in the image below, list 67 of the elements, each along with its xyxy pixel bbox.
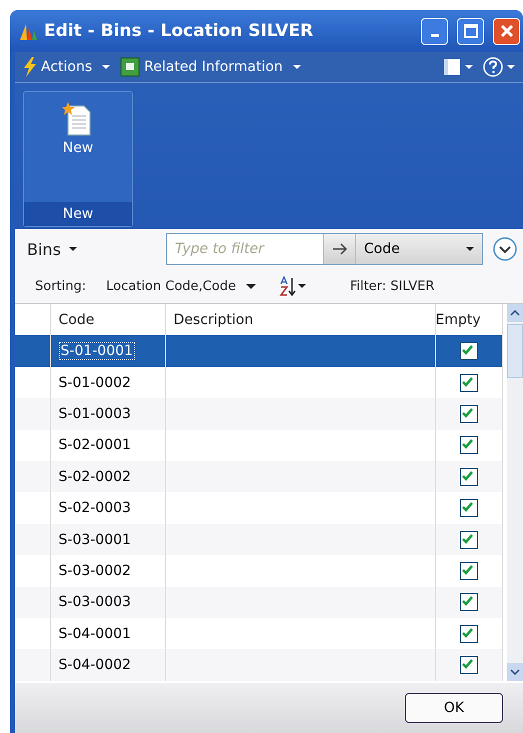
window-title: Edit - Bins - Location SILVER — [44, 21, 314, 41]
checkbox[interactable] — [460, 374, 478, 392]
table-cell: S-01-0003 — [58, 406, 131, 422]
expand-icon[interactable] — [493, 237, 517, 261]
filter-label: Filter: SILVER — [350, 278, 434, 294]
check-mark-icon — [460, 468, 474, 482]
checkbox[interactable] — [460, 624, 478, 643]
checkbox[interactable] — [460, 562, 478, 580]
caret-icon — [102, 65, 110, 69]
caret-icon — [507, 65, 515, 69]
toolbar-menu-button[interactable]: Related Information — [118, 55, 303, 79]
table-cell: S-03-0003 — [58, 594, 131, 610]
help-icon — [483, 57, 503, 77]
group-label: New — [24, 202, 132, 226]
check-mark-icon — [460, 626, 474, 639]
check-mark-icon — [460, 343, 474, 356]
checkbox[interactable] — [460, 342, 478, 360]
table-cell: S-04-0002 — [58, 657, 131, 674]
scroll-thumb[interactable] — [506, 324, 522, 378]
window-icon — [120, 57, 140, 77]
maximize-icon — [464, 24, 478, 38]
new-button[interactable]: New — [24, 92, 132, 202]
check-mark-icon — [460, 562, 474, 576]
checkbox[interactable] — [460, 436, 478, 454]
ok-button[interactable]: OK — [405, 693, 503, 723]
check-mark-icon — [460, 500, 474, 514]
close-icon — [500, 24, 514, 38]
table-cell: S-03-0002 — [58, 562, 131, 579]
minimize-button[interactable] — [421, 18, 448, 44]
scroll-down-icon — [510, 669, 520, 675]
table-cell: S-02-0001 — [58, 437, 131, 454]
layout-button[interactable] — [441, 56, 475, 78]
sorting-label: Sorting: — [35, 278, 86, 294]
checkbox[interactable] — [460, 593, 478, 612]
toolbar-menu-button[interactable]: Actions — [21, 55, 112, 79]
checkbox[interactable] — [460, 499, 478, 518]
table-cell: S-02-0002 — [58, 468, 131, 485]
lightning-icon — [23, 57, 37, 77]
checkbox[interactable] — [460, 468, 478, 486]
scroll-up-icon — [510, 310, 520, 316]
caret-icon — [246, 284, 256, 288]
table-cell: S-04-0001 — [58, 626, 131, 642]
checkbox[interactable] — [460, 530, 478, 549]
check-mark-icon — [460, 406, 474, 419]
checkbox[interactable] — [460, 656, 478, 674]
caret-icon — [465, 65, 473, 69]
scrollbar[interactable] — [506, 304, 522, 681]
check-mark-icon — [460, 657, 474, 670]
minimize-icon — [430, 34, 438, 37]
table-cell: S-01-0002 — [58, 374, 131, 391]
table-cell: S-02-0003 — [58, 500, 131, 516]
caret-icon — [292, 65, 301, 69]
sorting-dropdown[interactable]: Location Code,Code — [104, 276, 258, 296]
close-button[interactable] — [493, 18, 520, 44]
list-title-menu[interactable]: Bins — [27, 240, 77, 258]
checkbox[interactable] — [460, 404, 478, 423]
maximize-button[interactable] — [457, 18, 484, 44]
check-mark-icon — [460, 437, 474, 450]
check-mark-icon — [460, 532, 474, 545]
table-cell: S-01-0001 — [58, 342, 135, 360]
layout-icon — [443, 58, 461, 76]
check-mark-icon — [460, 594, 474, 608]
help-button[interactable] — [481, 55, 517, 79]
sort-order-icon[interactable] — [278, 276, 308, 296]
check-mark-icon — [460, 374, 474, 388]
table-cell: S-03-0001 — [58, 532, 131, 548]
caret-icon — [68, 247, 77, 251]
